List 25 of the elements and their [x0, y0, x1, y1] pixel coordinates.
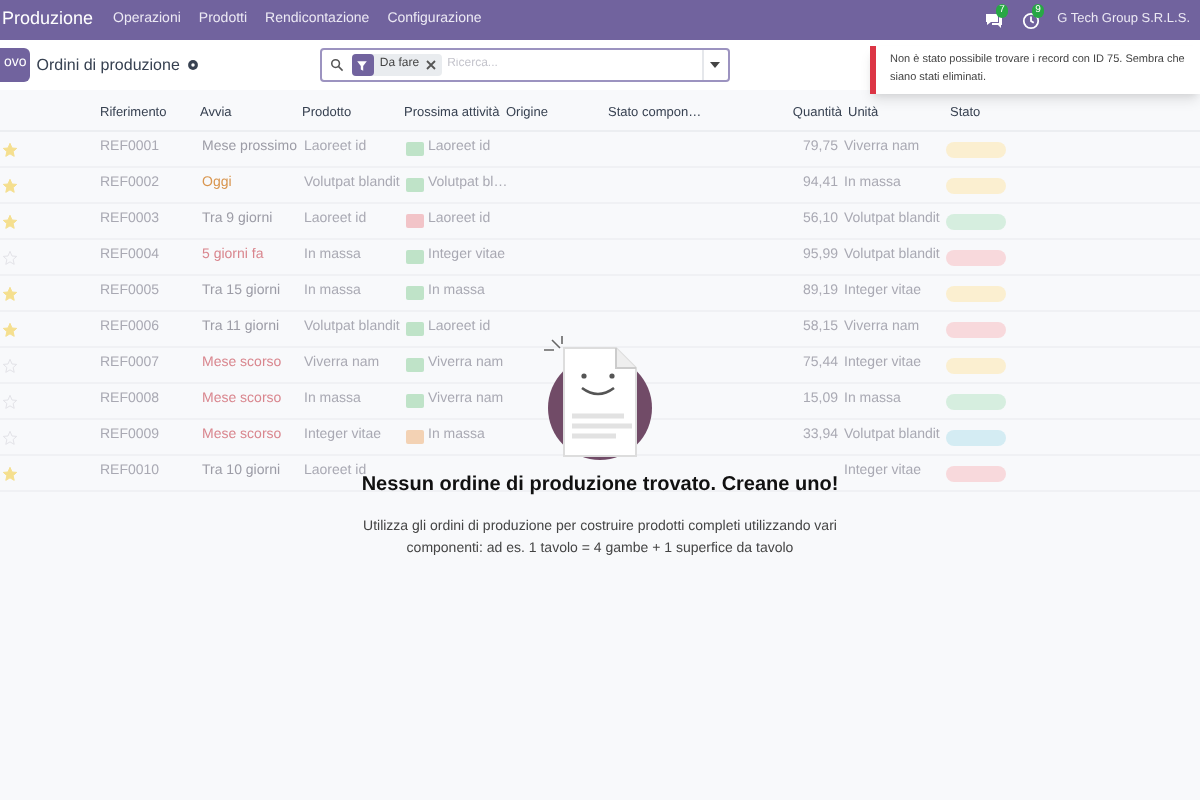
activity-icon[interactable] — [406, 286, 424, 300]
star-icon[interactable] — [2, 213, 18, 229]
activity-icon[interactable] — [406, 178, 424, 192]
activity-icon[interactable] — [406, 214, 424, 228]
star-icon[interactable] — [2, 321, 18, 337]
star-icon[interactable] — [2, 177, 18, 193]
search-icon — [329, 58, 344, 72]
caret-icon — [710, 62, 721, 68]
activity-icon[interactable] — [406, 142, 424, 156]
clock-icon[interactable] — [1021, 11, 1040, 29]
activity-icon[interactable] — [406, 358, 424, 372]
page-title: Ordini di produzione — [36, 53, 180, 77]
filter-icon — [356, 59, 369, 71]
close-icon[interactable] — [425, 60, 436, 70]
empty-state-title: Nessun ordine di produzione trovato. Creane uno! — [361, 474, 839, 500]
activity-icon[interactable] — [406, 322, 424, 336]
star-icon[interactable] — [2, 285, 18, 301]
settings-icon[interactable] — [185, 58, 200, 72]
activity-icon[interactable] — [406, 394, 424, 408]
app-title[interactable]: Produzione — [0, 6, 94, 34]
activity-icon[interactable] — [406, 430, 424, 444]
chat-icon[interactable] — [983, 11, 1004, 29]
star-icon[interactable] — [2, 465, 18, 481]
star-icon[interactable] — [2, 141, 18, 157]
activity-icon[interactable] — [406, 250, 424, 264]
